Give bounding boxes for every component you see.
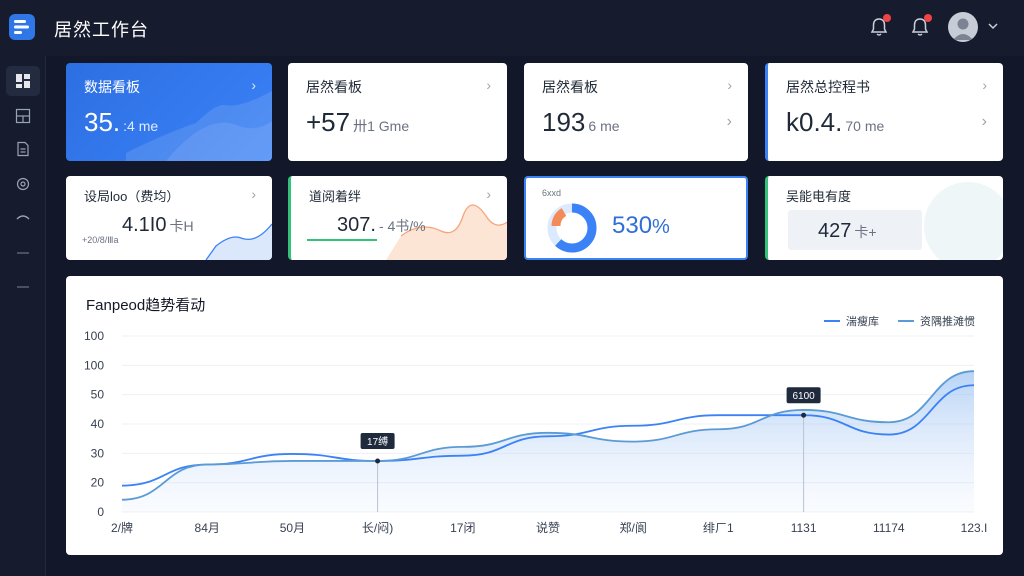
y-tick-label: 40 <box>91 417 105 431</box>
trend-chart-card: Fanpeod趋势看动 湍瘦库 资隅推滩惯 100 100 50 40 30 20 0 2/牌… <box>66 276 1003 555</box>
card-value: 427 卡+ <box>818 220 877 242</box>
gauge-label: 6xxd <box>542 188 562 198</box>
x-tick-label: 1131 <box>791 521 817 535</box>
card-title: 居然看板 <box>306 79 362 95</box>
dash-icon <box>17 252 29 254</box>
x-tick-label: 绯ㄏ1 <box>703 521 734 535</box>
y-tick-label: 30 <box>91 446 105 460</box>
avatar[interactable] <box>948 12 978 42</box>
y-tick-label: 50 <box>91 388 105 402</box>
top-bar: 居然工作台 <box>0 0 1024 56</box>
card-title: 数据看板 <box>84 79 140 95</box>
card-value: 4.1I0 卡H <box>122 214 194 236</box>
chevron-down-icon[interactable] <box>988 22 998 30</box>
card-title: 道阅着绊 <box>309 189 362 204</box>
donut-gauge <box>547 203 597 253</box>
x-tick-label: 123.I <box>961 521 988 535</box>
sidebar-item-links[interactable] <box>6 203 40 233</box>
kpi-card-3[interactable]: 居然看板 › › 193 6 me <box>524 63 748 161</box>
x-tick-label: 说赞 <box>536 520 560 535</box>
x-tick-label: 郑/阆 <box>620 520 647 535</box>
sidebar-item-layout[interactable] <box>6 101 40 131</box>
kpi-card-1[interactable]: 数据看板 › 35.:4 me <box>66 63 272 161</box>
alert-button[interactable] <box>909 14 932 38</box>
chevron-right-icon[interactable]: › <box>727 77 732 93</box>
card-title: 居然总控程书 <box>786 79 870 95</box>
settings-icon <box>16 177 30 191</box>
chevron-right-icon[interactable]: › <box>486 77 491 93</box>
series-area <box>122 371 974 512</box>
chevron-right-icon[interactable]: › <box>486 186 491 202</box>
card-title: 居然看板 <box>542 79 598 95</box>
y-tick-label: 100 <box>84 329 104 343</box>
layout-icon <box>15 108 31 124</box>
dashboard-icon <box>16 74 30 88</box>
card-title: 吴能电有度 <box>786 189 852 204</box>
notification-badge <box>883 14 891 22</box>
sidebar-item-more-2[interactable] <box>6 272 40 302</box>
kpi-card-4[interactable]: 居然总控程书 › › k0.4. 70 me <box>765 63 1003 161</box>
annotation-point <box>375 458 381 464</box>
card-value: k0.4. 70 me <box>786 107 885 137</box>
chevron-right-icon[interactable]: › <box>251 77 256 93</box>
annotation-label: 6100 <box>792 391 815 402</box>
sidebar <box>0 56 46 576</box>
kpi-card-5[interactable]: 设局loo（费均） › 4.1I0 卡H +20/8/Ⅲa <box>66 176 272 260</box>
card-value: 35.:4 me <box>84 107 159 137</box>
alert-badge <box>924 14 932 22</box>
kpi-card-7[interactable]: 6xxd 530% <box>524 176 748 260</box>
x-tick-label: 84月 <box>195 521 220 535</box>
chevron-right-icon[interactable]: › <box>982 77 987 93</box>
app-title: 居然工作台 <box>54 20 149 40</box>
card-value: 530% <box>612 212 670 239</box>
sidebar-item-more-1[interactable] <box>6 238 40 268</box>
chevron-right-icon[interactable]: › <box>982 113 987 131</box>
notification-button[interactable] <box>868 14 891 38</box>
x-tick-label: 2/牌 <box>111 521 133 535</box>
user-icon <box>953 18 973 40</box>
chevron-right-icon[interactable]: › <box>727 113 732 131</box>
y-tick-label: 100 <box>84 358 104 372</box>
kpi-card-2[interactable]: 居然看板 › +57 卅1 Gme <box>288 63 507 161</box>
card-value: 307. - 4书/% <box>337 214 426 236</box>
annotation-label: 17缚 <box>367 435 388 448</box>
link-icon <box>16 215 30 220</box>
kpi-card-6[interactable]: 道阅着绊 › 307. - 4书/% <box>288 176 507 260</box>
app-logo[interactable] <box>9 14 35 40</box>
card-title: 设局loo（费均） <box>84 189 180 204</box>
card-value: 193 6 me <box>542 107 620 137</box>
sidebar-item-documents[interactable] <box>6 134 40 164</box>
trend-chart: 100 100 50 40 30 20 0 2/牌 84月 50月 长/闷) 17闭 说赞 郑/阆 绯ㄏ1 1… <box>84 329 988 535</box>
card-value: +57 卅1 Gme <box>306 107 410 137</box>
x-tick-label: 17闭 <box>450 521 475 535</box>
card-subtext: +20/8/Ⅲa <box>82 235 119 245</box>
y-tick-label: 20 <box>91 476 105 490</box>
dash-icon <box>17 286 29 288</box>
y-tick-label: 0 <box>97 505 104 519</box>
chevron-right-icon[interactable]: › <box>251 186 256 202</box>
gauge-accent <box>551 208 567 227</box>
kpi-card-8[interactable]: 吴能电有度 427 卡+ <box>765 176 1003 260</box>
document-icon <box>17 141 29 157</box>
x-tick-label: 长/闷) <box>362 520 393 535</box>
annotation-point <box>801 412 807 418</box>
sidebar-item-dashboard[interactable] <box>6 66 40 96</box>
x-tick-label: 11174 <box>873 521 905 535</box>
x-tick-label: 50月 <box>280 521 305 535</box>
logo-icon <box>14 20 29 34</box>
sidebar-item-settings[interactable] <box>6 169 40 199</box>
